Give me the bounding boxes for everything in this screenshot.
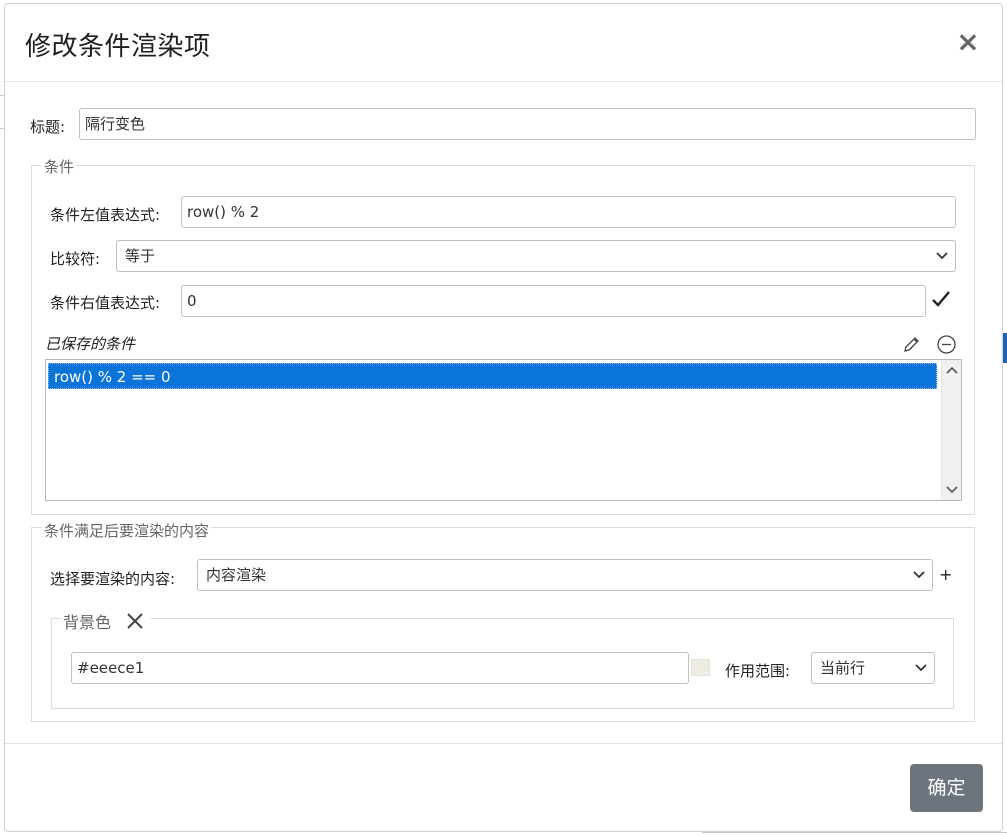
close-icon[interactable] <box>126 612 144 630</box>
close-icon: × <box>956 25 980 58</box>
title-label: 标题: <box>30 118 66 136</box>
scrollbar[interactable] <box>941 360 961 500</box>
scope-value: 当前行 <box>820 659 866 677</box>
modal-footer: 确定 <box>5 743 1002 833</box>
left-expr-label: 条件左值表达式: <box>50 206 161 224</box>
right-expr-label: 条件右值表达式: <box>50 294 161 312</box>
comparator-label: 比较符: <box>50 250 101 268</box>
saved-conditions-label: 已保存的条件 <box>45 335 136 353</box>
chevron-down-icon[interactable] <box>945 484 959 496</box>
render-content-select[interactable]: 内容渲染 <box>197 559 933 591</box>
list-item[interactable]: row() % 2 == 0 <box>48 363 937 389</box>
chevron-down-icon <box>915 664 927 672</box>
scope-label: 作用范围: <box>725 662 791 680</box>
render-content-label: 选择要渲染的内容: <box>50 570 176 588</box>
comparator-select[interactable]: 等于 <box>116 240 956 272</box>
pencil-icon[interactable] <box>902 335 921 354</box>
right-expr-input[interactable]: 0 <box>181 285 926 317</box>
scope-select[interactable]: 当前行 <box>811 652 935 684</box>
saved-conditions-list[interactable]: row() % 2 == 0 <box>45 359 962 501</box>
backdrop-accent <box>1003 333 1007 363</box>
background-legend: 背景色 <box>61 609 151 633</box>
modal-header: 修改条件渲染项 × <box>5 4 1002 82</box>
chevron-down-icon <box>913 571 925 579</box>
checkmark-icon[interactable] <box>931 290 951 308</box>
close-button[interactable]: × <box>956 28 980 56</box>
modal-dialog: 修改条件渲染项 × 标题: 隔行变色 条件 条件左值表达式: row() % 2… <box>4 3 1003 832</box>
render-content-value: 内容渲染 <box>206 566 267 584</box>
chevron-down-icon <box>936 252 948 260</box>
modal-title: 修改条件渲染项 <box>25 32 211 62</box>
comparator-value: 等于 <box>125 247 156 265</box>
render-legend: 条件满足后要渲染的内容 <box>42 520 212 541</box>
left-expr-input[interactable]: row() % 2 <box>181 196 956 228</box>
color-swatch[interactable] <box>691 659 710 676</box>
add-render-button[interactable]: + <box>939 565 952 584</box>
background-legend-label: 背景色 <box>63 613 112 632</box>
remove-circle-icon[interactable] <box>936 334 957 355</box>
condition-legend: 条件 <box>42 156 77 177</box>
title-input[interactable]: 隔行变色 <box>79 108 976 140</box>
chevron-up-icon[interactable] <box>945 364 959 376</box>
ok-button[interactable]: 确定 <box>910 764 983 812</box>
background-color-input[interactable]: #eeece1 <box>71 652 689 684</box>
